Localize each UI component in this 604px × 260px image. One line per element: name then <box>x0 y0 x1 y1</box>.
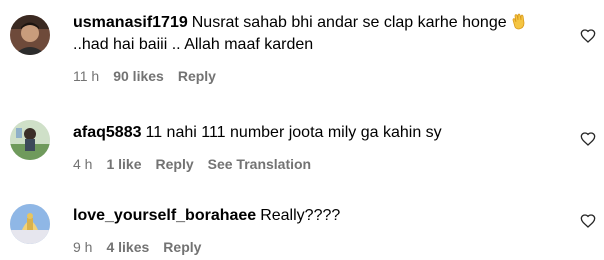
reply-button[interactable]: Reply <box>156 155 194 173</box>
reply-button[interactable]: Reply <box>178 67 216 85</box>
comment-meta: 4 h 1 like Reply See Translation <box>73 155 554 173</box>
comment-likes[interactable]: 4 likes <box>106 238 149 256</box>
comment-meta: 11 h 90 likes Reply <box>73 67 554 85</box>
comment-text: Really???? <box>260 207 341 224</box>
comment-time: 11 h <box>73 68 100 84</box>
heart-outline-icon[interactable] <box>580 131 596 147</box>
avatar[interactable] <box>10 15 50 55</box>
avatar[interactable] <box>10 120 50 160</box>
comment-likes[interactable]: 90 likes <box>113 67 164 85</box>
comment-username[interactable]: usmanasif1719 <box>73 14 188 31</box>
clapping-hands-icon <box>510 12 528 30</box>
comment-meta: 9 h 4 likes Reply <box>73 238 554 256</box>
comment-text: Nusrat sahab bhi andar se clap karhe hon… <box>191 14 507 31</box>
comment-time: 4 h <box>73 156 93 172</box>
avatar[interactable] <box>10 204 50 244</box>
comment-text-continued: ..had hai baiii .. Allah maaf karden <box>73 36 314 53</box>
comment-username[interactable]: afaq5883 <box>73 124 142 141</box>
comment-time: 9 h <box>73 239 93 255</box>
see-translation-button[interactable]: See Translation <box>208 155 311 173</box>
heart-outline-icon[interactable] <box>580 213 596 229</box>
comment-text: 11 nahi 111 number joota mily ga kahin s… <box>145 124 442 141</box>
reply-button[interactable]: Reply <box>163 238 201 256</box>
comment-username[interactable]: love_yourself_borahaee <box>73 207 256 224</box>
comment-likes[interactable]: 1 like <box>106 155 141 173</box>
heart-outline-icon[interactable] <box>580 28 596 44</box>
